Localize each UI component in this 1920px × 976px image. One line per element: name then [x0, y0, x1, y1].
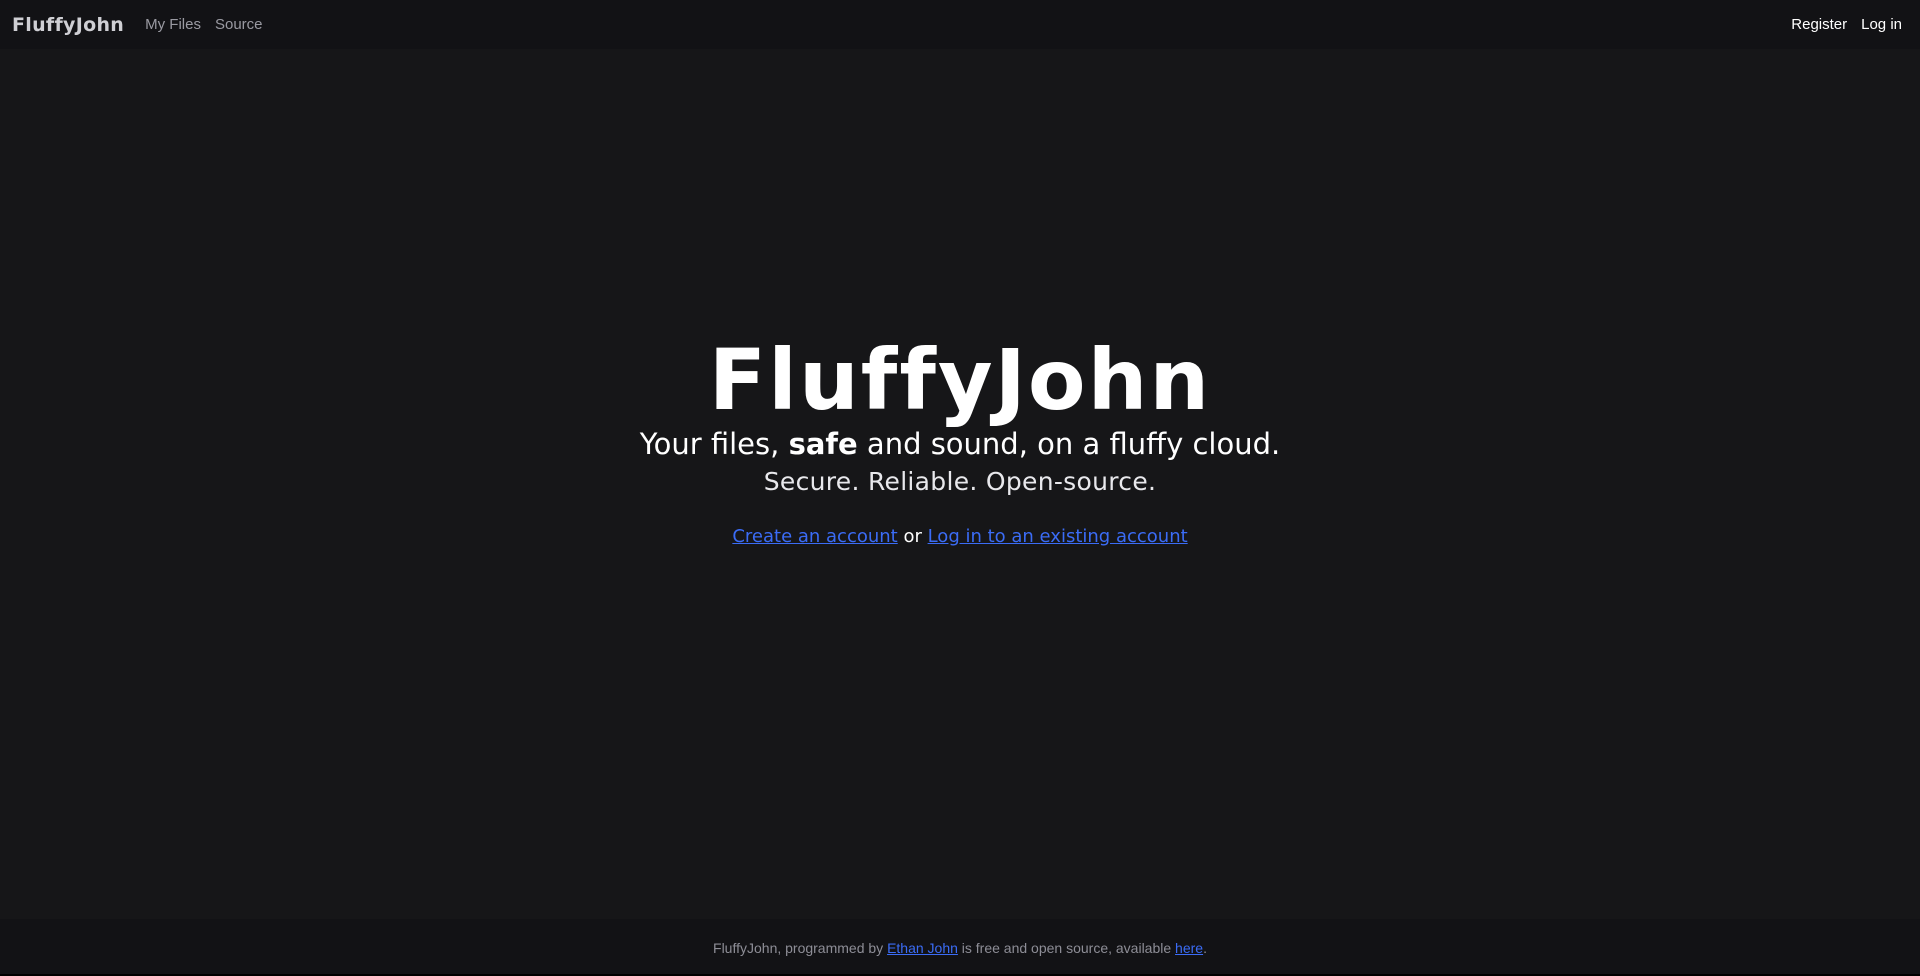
tagline-bold: safe — [788, 427, 858, 461]
create-account-link[interactable]: Create an account — [732, 526, 897, 547]
nav-source[interactable]: Source — [215, 16, 263, 33]
hero-tagline: Your files, safe and sound, on a fluffy … — [0, 426, 1920, 462]
tagline-pre: Your files, — [639, 427, 789, 461]
cta-or: or — [897, 526, 928, 547]
tagline-post: and sound, on a fluffy cloud. — [857, 427, 1281, 461]
register-link[interactable]: Register — [1791, 16, 1847, 33]
footer: FluffyJohn, programmed by Ethan John is … — [0, 919, 1920, 976]
login-link[interactable]: Log in — [1861, 16, 1902, 33]
footer-text-mid: is free and open source, available — [957, 939, 1176, 956]
hero-section: FluffyJohn Your files, safe and sound, o… — [0, 330, 1920, 547]
source-here-link[interactable]: here — [1175, 940, 1203, 956]
footer-text-post: . — [1203, 939, 1207, 956]
hero-title: FluffyJohn — [708, 331, 1212, 429]
author-link[interactable]: Ethan John — [887, 940, 958, 956]
brand-logo[interactable]: FluffyJohn — [12, 14, 124, 36]
footer-text-pre: FluffyJohn, programmed by — [713, 939, 888, 956]
hero-subtitle: Secure. Reliable. Open-source. — [763, 467, 1157, 496]
hero-cta: Create an account or Log in to an existi… — [0, 526, 1920, 547]
nav-my-files[interactable]: My Files — [145, 16, 201, 33]
top-navbar: FluffyJohn My Files Source Register Log … — [0, 0, 1920, 49]
login-existing-link[interactable]: Log in to an existing account — [928, 526, 1188, 547]
